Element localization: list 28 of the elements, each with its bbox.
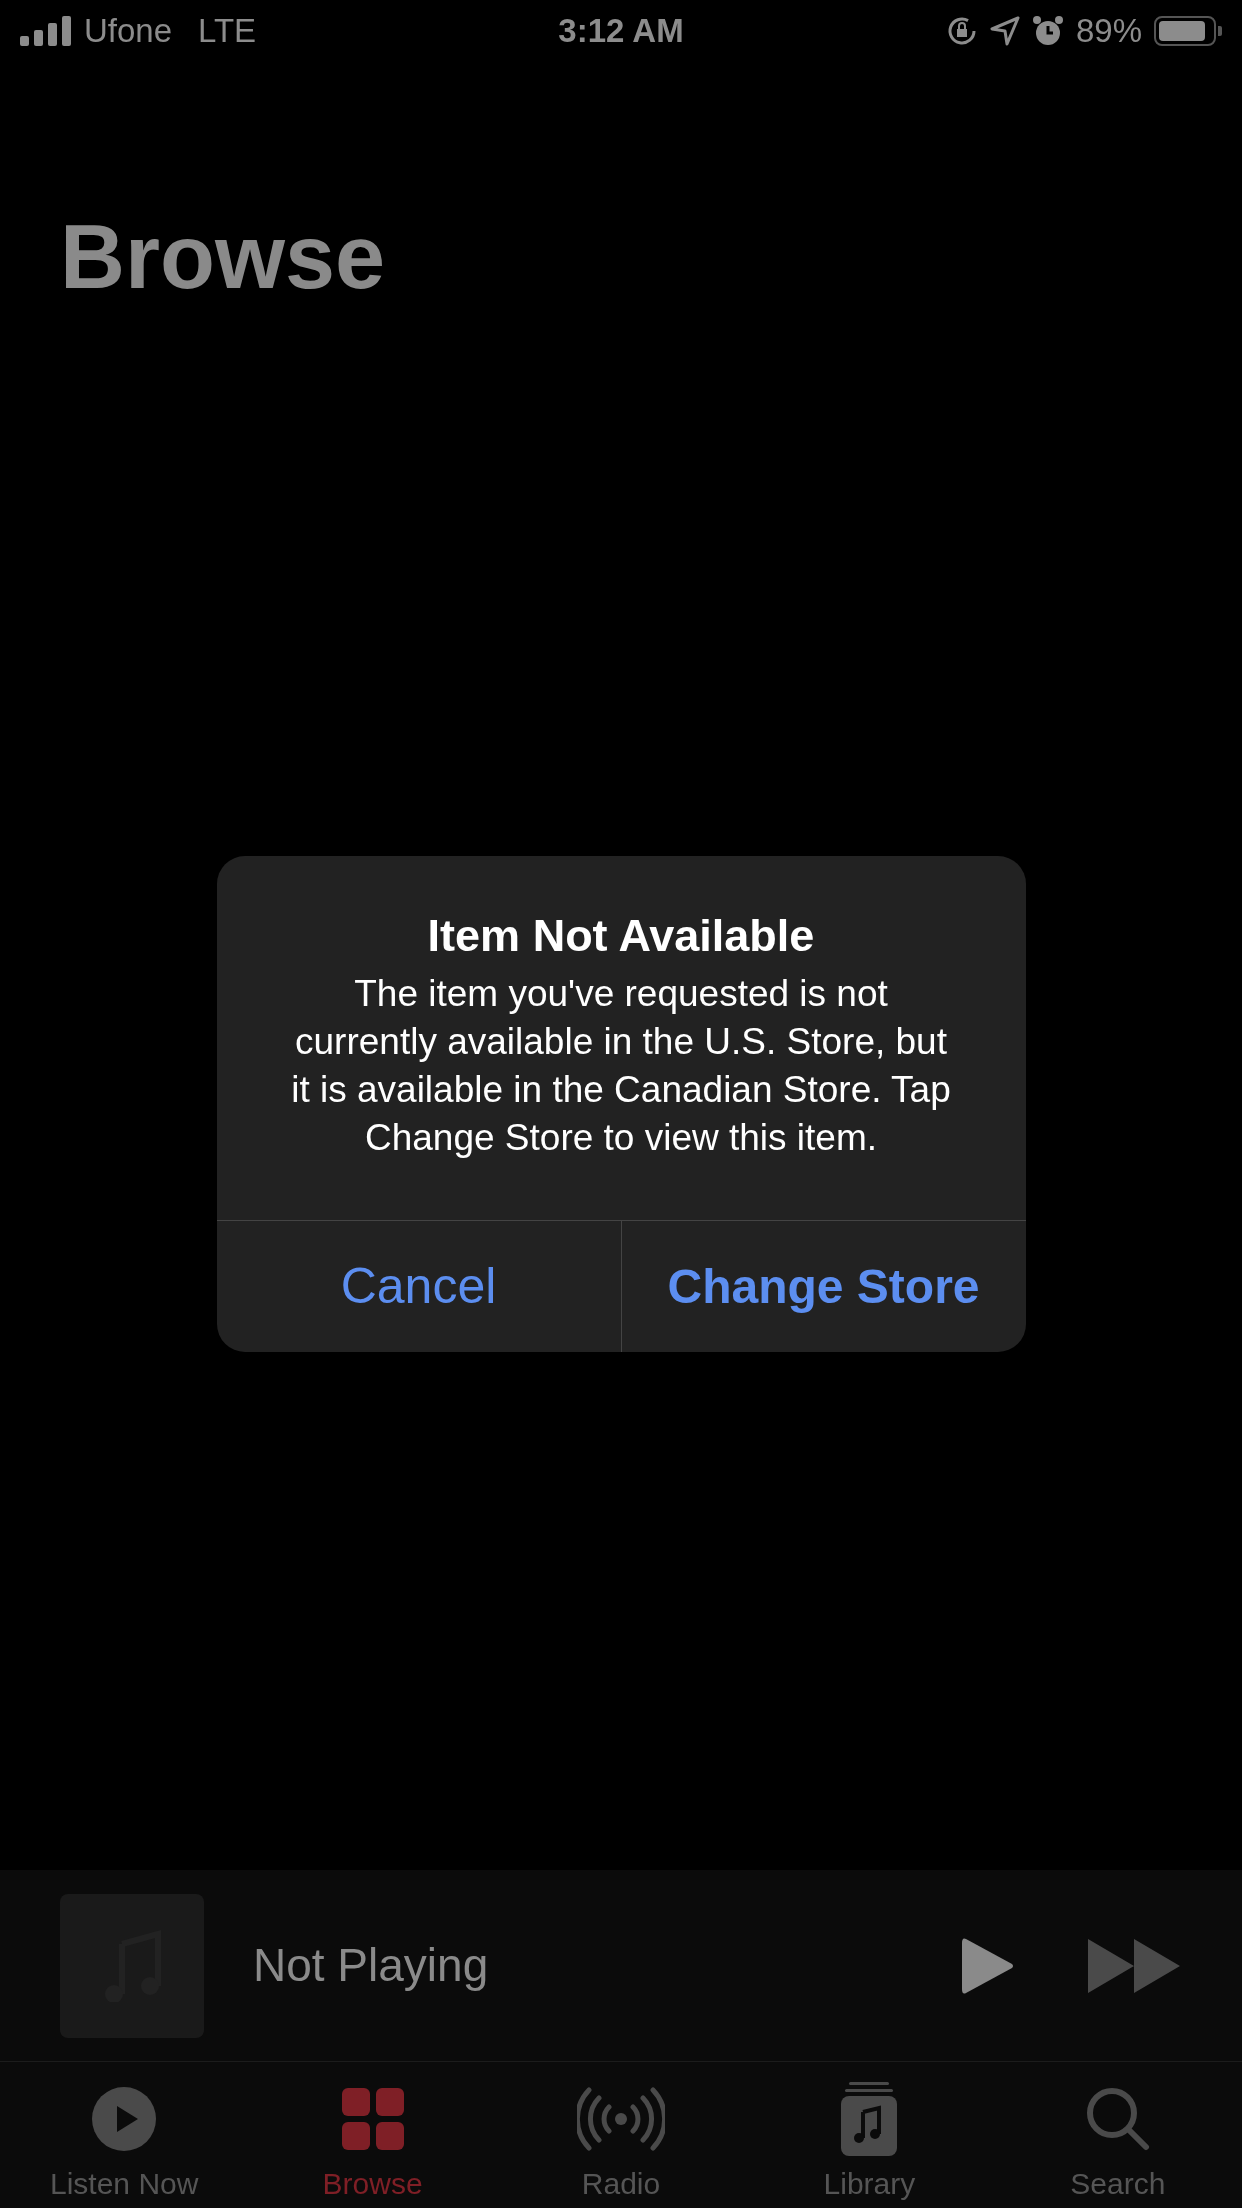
carrier-name: Ufone xyxy=(84,11,173,52)
battery-percentage: 89% xyxy=(1075,11,1142,52)
now-playing-title: Not Playing xyxy=(253,1938,490,1993)
search-icon xyxy=(1085,2087,1150,2151)
tab-bar-item[interactable]: Library xyxy=(745,2062,994,2208)
cancel-button[interactable]: Cancel xyxy=(216,1221,621,1352)
change-store-button[interactable]: Change Store xyxy=(620,1221,1026,1352)
tab-bar-item[interactable]: Listen Now xyxy=(0,2062,249,2208)
tab-bar-item[interactable]: Radio xyxy=(496,2062,746,2208)
play-icon xyxy=(962,1936,1014,1995)
alert-title: Item Not Available xyxy=(427,909,815,963)
tab-bar-item[interactable]: Search xyxy=(993,2062,1242,2208)
page-title: Browse xyxy=(60,212,386,302)
location-arrow-icon xyxy=(989,16,1020,46)
mini-player[interactable]: Not Playing xyxy=(0,1870,1242,2062)
music-library-icon xyxy=(841,2082,898,2156)
battery-icon xyxy=(1154,16,1222,46)
alert-message: The item you've requested is not currently available in the U.S. Store, but it is available in the Canadian Store. Tap Change Store to view this item. xyxy=(290,972,952,1160)
signal-icon xyxy=(20,16,72,46)
rotation-lock-icon xyxy=(945,15,978,47)
fast-forward-icon xyxy=(1088,1938,1182,1993)
alarm-clock-icon xyxy=(1031,15,1064,47)
broadcast-icon xyxy=(577,2087,665,2151)
clock-time: 3:12 AM xyxy=(558,11,684,52)
network-type: LTE xyxy=(198,11,257,52)
grid-icon xyxy=(341,2088,404,2150)
tab-bar-item[interactable]: Browse xyxy=(248,2062,497,2208)
play-circle-icon xyxy=(92,2087,157,2151)
